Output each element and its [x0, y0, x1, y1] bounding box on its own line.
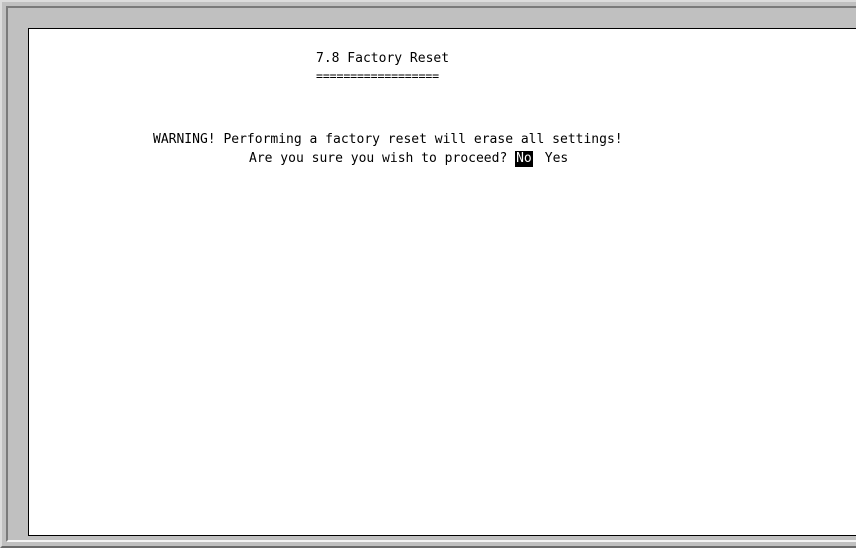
warning-message: WARNING! Performing a factory reset will… — [153, 132, 623, 147]
confirm-prompt-line: Are you sure you wish to proceed? No Yes — [249, 151, 568, 167]
no-option[interactable]: No — [515, 151, 533, 167]
title-underline: ================== — [316, 69, 439, 83]
terminal-screen: 7.8 Factory Reset ================== WAR… — [28, 28, 856, 536]
yes-option[interactable]: Yes — [545, 151, 568, 167]
page-title: 7.8 Factory Reset — [316, 51, 450, 66]
confirm-prompt: Are you sure you wish to proceed? — [249, 151, 508, 166]
